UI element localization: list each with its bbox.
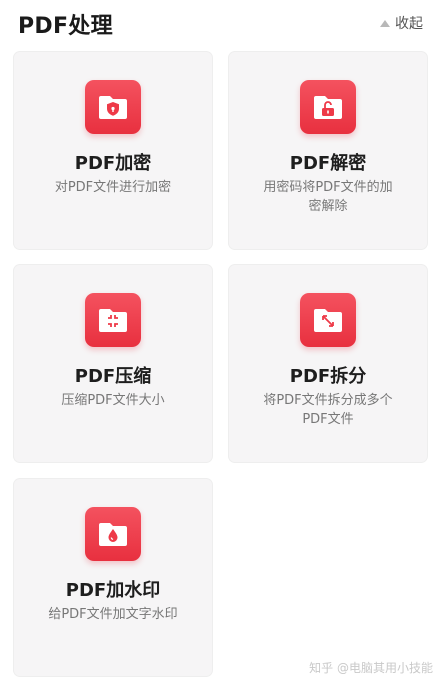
folder-watermark-icon — [85, 507, 141, 561]
folder-unlock-icon — [300, 80, 356, 134]
page-title: PDF处理 — [18, 14, 113, 39]
card-desc: 给PDF文件加文字水印 — [48, 607, 178, 622]
card-title: PDF解密 — [289, 153, 367, 174]
card-title: PDF加密 — [74, 153, 152, 174]
folder-shield-icon — [85, 80, 141, 134]
header: PDF处理 收起 — [0, 0, 439, 44]
card-title: PDF加水印 — [65, 580, 161, 601]
card-pdf-watermark[interactable]: PDF加水印 给PDF文件加文字水印 — [14, 479, 212, 676]
card-desc: 用密码将PDF文件的加密解除 — [263, 180, 393, 214]
card-desc: 对PDF文件进行加密 — [54, 180, 172, 195]
card-title: PDF压缩 — [74, 366, 152, 387]
watermark-text: 知乎 @电脑其用小技能 — [309, 661, 433, 675]
collapse-button[interactable]: 收起 — [380, 13, 423, 33]
card-pdf-compress[interactable]: PDF压缩 压缩PDF文件大小 — [14, 265, 212, 462]
card-desc: 将PDF文件拆分成多个PDF文件 — [263, 393, 393, 427]
triangle-up-icon — [380, 19, 390, 27]
pdf-tools-page: PDF处理 收起 PDF加密 对PDF文件进行加密 PDF解密 用密码将PDF文… — [0, 0, 439, 686]
folder-compress-icon — [85, 293, 141, 347]
card-pdf-encrypt[interactable]: PDF加密 对PDF文件进行加密 — [14, 52, 212, 249]
card-desc: 压缩PDF文件大小 — [61, 393, 165, 408]
card-pdf-decrypt[interactable]: PDF解密 用密码将PDF文件的加密解除 — [229, 52, 427, 249]
card-pdf-split[interactable]: PDF拆分 将PDF文件拆分成多个PDF文件 — [229, 265, 427, 462]
folder-split-icon — [300, 293, 356, 347]
collapse-label: 收起 — [395, 16, 423, 32]
card-title: PDF拆分 — [289, 366, 367, 387]
